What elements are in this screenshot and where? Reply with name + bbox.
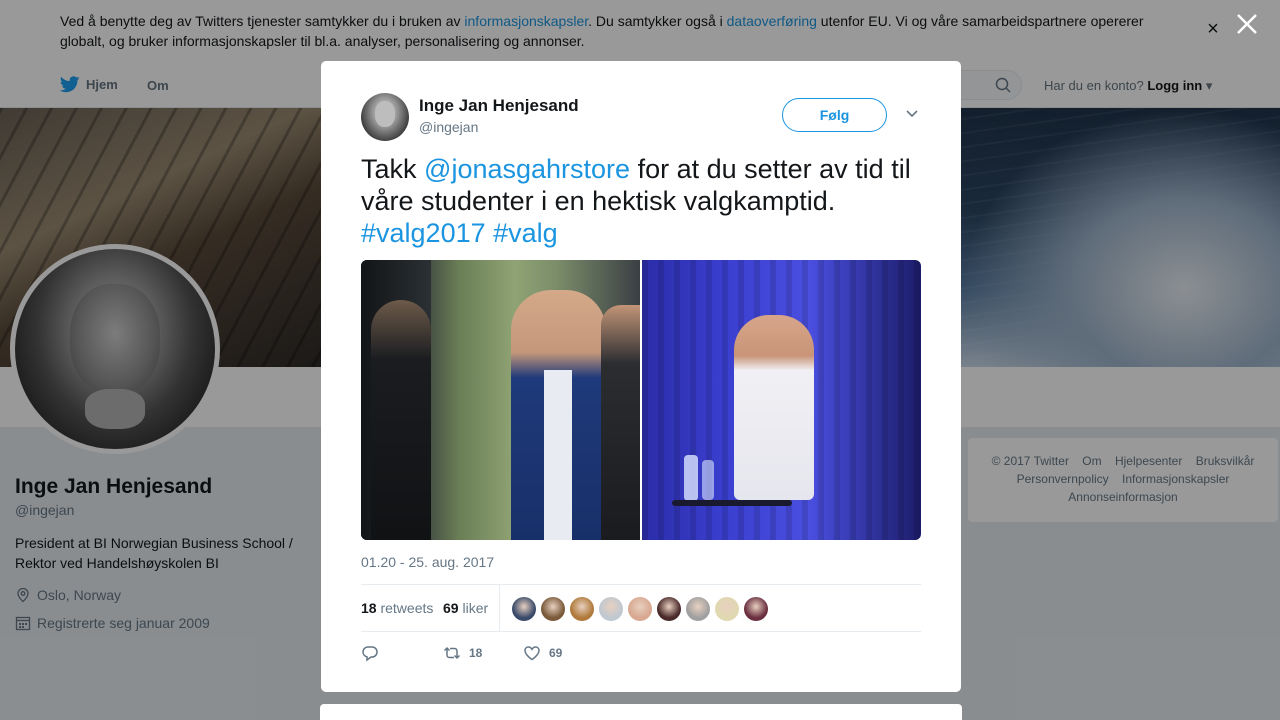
hashtag-link-valg[interactable]: #valg <box>493 218 558 248</box>
liker-avatar[interactable] <box>599 597 623 621</box>
tweet-photo-2[interactable] <box>642 260 921 540</box>
retweet-button[interactable]: 18 <box>443 644 482 662</box>
tweet-author-handle[interactable]: @ingejan <box>419 119 478 135</box>
liker-avatar[interactable] <box>570 597 594 621</box>
liker-avatar[interactable] <box>744 597 768 621</box>
tweet-modal: Inge Jan Henjesand @ingejan Følg Takk @j… <box>321 61 961 692</box>
next-tweet-peek <box>320 704 962 720</box>
liker-avatar[interactable] <box>628 597 652 621</box>
follow-button[interactable]: Følg <box>782 98 887 132</box>
tweet-media <box>361 260 921 540</box>
tweet-photo-1[interactable] <box>361 260 640 540</box>
tweet-text: Takk @jonasgahrstore for at du setter av… <box>361 154 911 248</box>
liker-avatar[interactable] <box>541 597 565 621</box>
tweet-author-avatar[interactable] <box>361 93 409 141</box>
liker-avatars <box>512 597 768 621</box>
close-modal-icon[interactable] <box>1234 11 1260 37</box>
liker-avatar[interactable] <box>715 597 739 621</box>
tweet-stats: 18 retweets 69 liker <box>361 584 921 632</box>
retweet-icon <box>443 646 461 660</box>
tweet-author-name[interactable]: Inge Jan Henjesand <box>419 96 579 116</box>
liker-avatar[interactable] <box>657 597 681 621</box>
liker-avatar[interactable] <box>686 597 710 621</box>
hashtag-link-valg2017[interactable]: #valg2017 <box>361 218 486 248</box>
retweet-count: 18 <box>469 646 483 660</box>
like-button[interactable]: 69 <box>523 644 562 662</box>
likes-stat[interactable]: 69 liker <box>443 600 488 616</box>
tweet-timestamp[interactable]: 01.20 - 25. aug. 2017 <box>361 554 494 570</box>
liker-avatar[interactable] <box>512 597 536 621</box>
like-count: 69 <box>549 646 563 660</box>
heart-icon <box>524 646 540 661</box>
chevron-down-icon[interactable] <box>905 109 919 119</box>
mention-link[interactable]: @jonasgahrstore <box>424 154 630 184</box>
reply-icon <box>362 646 378 662</box>
reply-button[interactable] <box>361 644 379 662</box>
retweets-stat[interactable]: 18 retweets <box>361 600 433 616</box>
tweet-actions: 18 69 <box>361 644 921 664</box>
